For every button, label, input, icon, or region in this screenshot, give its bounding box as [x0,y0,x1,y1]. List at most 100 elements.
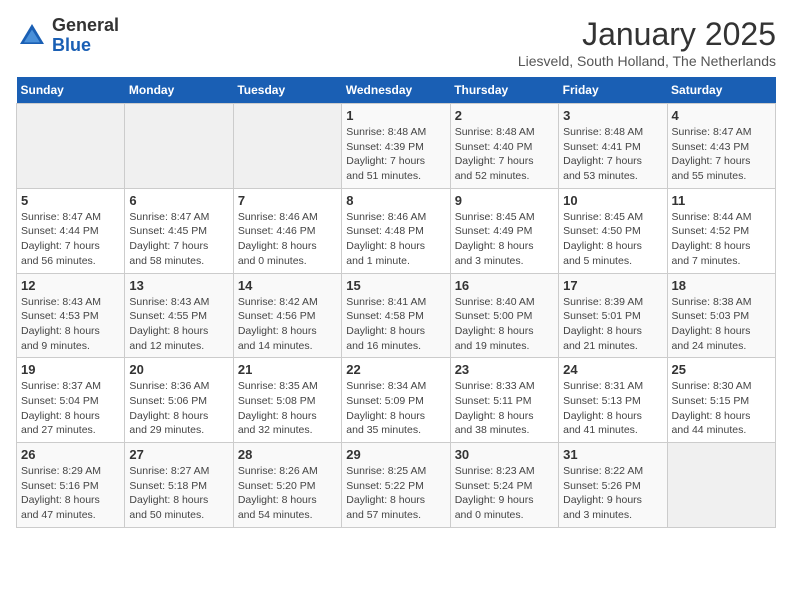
weekday-header-row: SundayMondayTuesdayWednesdayThursdayFrid… [17,77,776,104]
calendar-cell: 16Sunrise: 8:40 AM Sunset: 5:00 PM Dayli… [450,273,558,358]
calendar-week-2: 5 Sunrise: 8:47 AM Sunset: 4:44 PM Daylig… [17,188,776,273]
calendar-cell [667,443,775,528]
day-info: Sunrise: 8:31 AM Sunset: 5:13 PM Dayligh… [563,379,662,438]
day-info: Sunrise: 8:48 AM Sunset: 4:40 PM Dayligh… [455,125,554,184]
calendar-cell: 11 Sunrise: 8:44 AM Sunset: 4:52 PM Dayli… [667,188,775,273]
day-info: Sunrise: 8:29 AM Sunset: 5:16 PM Dayligh… [21,464,120,523]
day-number: 1 [346,108,445,123]
calendar-week-5: 26 Sunrise: 8:29 AM Sunset: 5:16 PM Dayli… [17,443,776,528]
day-number: 18 [672,278,771,293]
day-number: 5 [21,193,120,208]
day-info: Sunrise: 8:39 AM Sunset: 5:01 PM Dayligh… [563,295,662,354]
logo-text: General Blue [52,16,119,56]
logo-blue: Blue [52,36,119,56]
weekday-header-saturday: Saturday [667,77,775,104]
logo: General Blue [16,16,119,56]
calendar-cell: 27 Sunrise: 8:27 AM Sunset: 5:18 PM Dayli… [125,443,233,528]
day-number: 2 [455,108,554,123]
day-number: 12 [21,278,120,293]
calendar: SundayMondayTuesdayWednesdayThursdayFrid… [16,77,776,528]
page-header: General Blue January 2025 Liesveld, Sout… [16,16,776,69]
calendar-cell: 28 Sunrise: 8:26 AM Sunset: 5:20 PM Dayli… [233,443,341,528]
day-info: Sunrise: 8:48 AM Sunset: 4:41 PM Dayligh… [563,125,662,184]
calendar-cell: 21 Sunrise: 8:35 AM Sunset: 5:08 PM Dayli… [233,358,341,443]
calendar-cell: 9Sunrise: 8:45 AM Sunset: 4:49 PM Daylig… [450,188,558,273]
logo-icon [16,20,48,52]
day-number: 6 [129,193,228,208]
day-number: 24 [563,362,662,377]
day-number: 27 [129,447,228,462]
calendar-week-4: 19 Sunrise: 8:37 AM Sunset: 5:04 PM Dayli… [17,358,776,443]
calendar-cell: 14 Sunrise: 8:42 AM Sunset: 4:56 PM Dayli… [233,273,341,358]
weekday-header-sunday: Sunday [17,77,125,104]
title-section: January 2025 Liesveld, South Holland, Th… [518,16,776,69]
day-info: Sunrise: 8:26 AM Sunset: 5:20 PM Dayligh… [238,464,337,523]
calendar-cell: 26 Sunrise: 8:29 AM Sunset: 5:16 PM Dayli… [17,443,125,528]
day-info: Sunrise: 8:25 AM Sunset: 5:22 PM Dayligh… [346,464,445,523]
day-info: Sunrise: 8:47 AM Sunset: 4:44 PM Dayligh… [21,210,120,269]
day-info: Sunrise: 8:43 AM Sunset: 4:55 PM Dayligh… [129,295,228,354]
day-number: 22 [346,362,445,377]
weekday-header-tuesday: Tuesday [233,77,341,104]
day-info: Sunrise: 8:22 AM Sunset: 5:26 PM Dayligh… [563,464,662,523]
day-number: 14 [238,278,337,293]
day-info: Sunrise: 8:45 AM Sunset: 4:49 PM Dayligh… [455,210,554,269]
day-number: 25 [672,362,771,377]
day-info: Sunrise: 8:27 AM Sunset: 5:18 PM Dayligh… [129,464,228,523]
day-number: 19 [21,362,120,377]
day-info: Sunrise: 8:23 AM Sunset: 5:24 PM Dayligh… [455,464,554,523]
day-number: 26 [21,447,120,462]
calendar-cell: 1 Sunrise: 8:48 AM Sunset: 4:39 PM Daylig… [342,104,450,189]
calendar-cell: 2 Sunrise: 8:48 AM Sunset: 4:40 PM Daylig… [450,104,558,189]
day-info: Sunrise: 8:33 AM Sunset: 5:11 PM Dayligh… [455,379,554,438]
day-info: Sunrise: 8:35 AM Sunset: 5:08 PM Dayligh… [238,379,337,438]
calendar-cell: 8 Sunrise: 8:46 AM Sunset: 4:48 PM Daylig… [342,188,450,273]
day-number: 23 [455,362,554,377]
calendar-cell: 23 Sunrise: 8:33 AM Sunset: 5:11 PM Dayli… [450,358,558,443]
location: Liesveld, South Holland, The Netherlands [518,53,776,69]
day-info: Sunrise: 8:42 AM Sunset: 4:56 PM Dayligh… [238,295,337,354]
calendar-cell: 12Sunrise: 8:43 AM Sunset: 4:53 PM Dayli… [17,273,125,358]
day-number: 7 [238,193,337,208]
calendar-week-1: 1 Sunrise: 8:48 AM Sunset: 4:39 PM Daylig… [17,104,776,189]
calendar-cell: 19 Sunrise: 8:37 AM Sunset: 5:04 PM Dayli… [17,358,125,443]
day-info: Sunrise: 8:37 AM Sunset: 5:04 PM Dayligh… [21,379,120,438]
calendar-cell [17,104,125,189]
day-info: Sunrise: 8:46 AM Sunset: 4:48 PM Dayligh… [346,210,445,269]
day-info: Sunrise: 8:48 AM Sunset: 4:39 PM Dayligh… [346,125,445,184]
calendar-cell: 6 Sunrise: 8:47 AM Sunset: 4:45 PM Daylig… [125,188,233,273]
calendar-cell: 30Sunrise: 8:23 AM Sunset: 5:24 PM Dayli… [450,443,558,528]
day-number: 31 [563,447,662,462]
day-info: Sunrise: 8:45 AM Sunset: 4:50 PM Dayligh… [563,210,662,269]
calendar-cell: 24 Sunrise: 8:31 AM Sunset: 5:13 PM Dayli… [559,358,667,443]
day-info: Sunrise: 8:41 AM Sunset: 4:58 PM Dayligh… [346,295,445,354]
calendar-cell: 13 Sunrise: 8:43 AM Sunset: 4:55 PM Dayli… [125,273,233,358]
calendar-cell: 20 Sunrise: 8:36 AM Sunset: 5:06 PM Dayli… [125,358,233,443]
day-info: Sunrise: 8:44 AM Sunset: 4:52 PM Dayligh… [672,210,771,269]
day-number: 4 [672,108,771,123]
day-number: 10 [563,193,662,208]
calendar-cell: 15Sunrise: 8:41 AM Sunset: 4:58 PM Dayli… [342,273,450,358]
day-info: Sunrise: 8:36 AM Sunset: 5:06 PM Dayligh… [129,379,228,438]
day-number: 8 [346,193,445,208]
weekday-header-friday: Friday [559,77,667,104]
day-number: 13 [129,278,228,293]
day-number: 20 [129,362,228,377]
calendar-cell: 4Sunrise: 8:47 AM Sunset: 4:43 PM Daylig… [667,104,775,189]
weekday-header-monday: Monday [125,77,233,104]
calendar-week-3: 12Sunrise: 8:43 AM Sunset: 4:53 PM Dayli… [17,273,776,358]
weekday-header-thursday: Thursday [450,77,558,104]
day-number: 11 [672,193,771,208]
day-info: Sunrise: 8:47 AM Sunset: 4:45 PM Dayligh… [129,210,228,269]
month-title: January 2025 [518,16,776,53]
calendar-cell: 18 Sunrise: 8:38 AM Sunset: 5:03 PM Dayli… [667,273,775,358]
calendar-cell [233,104,341,189]
calendar-cell: 3Sunrise: 8:48 AM Sunset: 4:41 PM Daylig… [559,104,667,189]
day-number: 29 [346,447,445,462]
day-info: Sunrise: 8:34 AM Sunset: 5:09 PM Dayligh… [346,379,445,438]
day-info: Sunrise: 8:38 AM Sunset: 5:03 PM Dayligh… [672,295,771,354]
day-number: 21 [238,362,337,377]
day-number: 28 [238,447,337,462]
calendar-cell: 10 Sunrise: 8:45 AM Sunset: 4:50 PM Dayli… [559,188,667,273]
day-info: Sunrise: 8:30 AM Sunset: 5:15 PM Dayligh… [672,379,771,438]
